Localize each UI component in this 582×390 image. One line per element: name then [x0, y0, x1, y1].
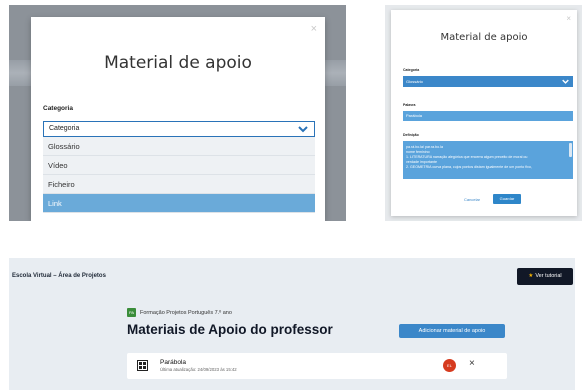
- category-options-list: Glossário Vídeo Ficheiro Link: [43, 137, 315, 213]
- definition-label: Definição: [403, 133, 419, 137]
- screenshot-panel-form: × Material de apoio Categoria Glossário …: [385, 5, 582, 221]
- material-list-item[interactable]: Parábola Última atualização: 24/09/2023 …: [127, 353, 507, 379]
- option-glossario[interactable]: Glossário: [43, 137, 315, 156]
- page-title: Materiais de Apoio do professor: [127, 322, 333, 337]
- option-ficheiro[interactable]: Ficheiro: [43, 175, 315, 194]
- definition-textarea[interactable]: pa.rá.bo.la/ par.ra.bo.la nome feminino …: [403, 141, 573, 179]
- cancel-button[interactable]: Cancelar: [464, 197, 480, 202]
- category-select-value: Categoria: [49, 125, 80, 132]
- close-icon[interactable]: ×: [566, 14, 571, 23]
- chevron-down-icon: [562, 79, 569, 84]
- category-select-value: Glossário: [406, 79, 423, 84]
- breadcrumb[interactable]: PA Formação Projetos Português 7.º ano: [127, 308, 232, 317]
- option-link[interactable]: Link: [43, 194, 315, 213]
- option-video[interactable]: Vídeo: [43, 156, 315, 175]
- textarea-scrollbar[interactable]: [569, 143, 572, 157]
- breadcrumb-text: Formação Projetos Português 7.º ano: [140, 309, 232, 316]
- screenshot-panel-page: Escola Virtual – Área de Projetos ★ Ver t…: [9, 258, 575, 390]
- material-updated: Última atualização: 24/09/2023 às 15:42: [160, 367, 237, 372]
- modal-title: Material de apoio: [104, 53, 252, 73]
- category-select[interactable]: Glossário: [403, 76, 573, 87]
- remove-icon[interactable]: ×: [469, 358, 475, 369]
- add-material-button[interactable]: Adicionar material de apoio: [399, 324, 505, 338]
- word-input[interactable]: Parábola: [403, 111, 573, 121]
- author-avatar[interactable]: EL: [443, 359, 456, 372]
- material-modal-form: × Material de apoio Categoria Glossário …: [391, 10, 577, 216]
- category-label: Categoria: [403, 68, 420, 72]
- tutorial-button[interactable]: ★ Ver tutorial: [517, 268, 573, 285]
- screenshot-panel-dropdown: × Material de apoio Categoria Categoria …: [9, 5, 346, 221]
- close-icon[interactable]: ×: [311, 23, 317, 35]
- tutorial-button-label: Ver tutorial: [535, 273, 562, 279]
- glossary-icon: [137, 360, 148, 371]
- definition-line: 2. GEOMETRIA curva plana, cujos pontos d…: [406, 165, 532, 169]
- star-icon: ★: [528, 273, 534, 279]
- category-label: Categoria: [43, 105, 73, 112]
- modal-title: Material de apoio: [440, 32, 528, 43]
- material-name: Parábola: [160, 359, 187, 366]
- material-modal: × Material de apoio Categoria Categoria …: [31, 17, 325, 221]
- save-button[interactable]: Guardar: [493, 194, 521, 204]
- chevron-down-icon: [298, 126, 308, 133]
- app-title: Escola Virtual – Área de Projetos: [12, 273, 106, 279]
- category-select[interactable]: Categoria: [43, 121, 315, 137]
- top-bar: Escola Virtual – Área de Projetos ★ Ver t…: [9, 258, 575, 296]
- word-label: Palavra: [403, 103, 416, 107]
- project-badge: PA: [127, 308, 136, 317]
